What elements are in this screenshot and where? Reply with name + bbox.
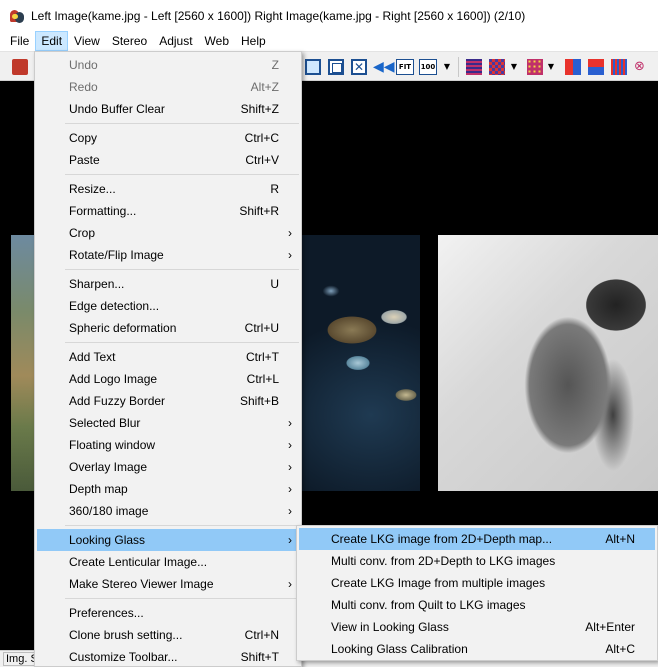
- fit-frame-icon[interactable]: [328, 59, 344, 75]
- menu-item-multi-conv-2d-depth-to-lkg[interactable]: Multi conv. from 2D+Depth to LKG images: [299, 550, 655, 572]
- above-below-icon[interactable]: [588, 59, 604, 75]
- menu-help[interactable]: Help: [235, 31, 272, 51]
- checker-icon[interactable]: [489, 59, 505, 75]
- menu-item-multi-conv-quilt-to-lkg[interactable]: Multi conv. from Quilt to LKG images: [299, 594, 655, 616]
- menu-item-paste[interactable]: Paste Ctrl+V: [37, 149, 299, 171]
- menu-edit[interactable]: Edit: [35, 31, 69, 51]
- menu-item-create-lkg-from-multiple[interactable]: Create LKG Image from multiple images: [299, 572, 655, 594]
- menu-item-make-stereo-viewer-image[interactable]: Make Stereo Viewer Image ›: [37, 573, 299, 595]
- menu-web[interactable]: Web: [199, 31, 235, 51]
- menu-item-floating-window[interactable]: Floating window ›: [37, 434, 299, 456]
- menu-item-create-lkg-from-2d-depth[interactable]: Create LKG image from 2D+Depth map... Alt…: [299, 528, 655, 550]
- full-size-icon[interactable]: [351, 59, 367, 75]
- menu-item-clone-brush-setting[interactable]: Clone brush setting... Ctrl+N: [37, 624, 299, 646]
- menu-adjust[interactable]: Adjust: [153, 31, 198, 51]
- submenu-arrow-icon: ›: [288, 577, 292, 591]
- menu-separator: [65, 174, 299, 175]
- checker-dropdown-icon[interactable]: ▼: [509, 59, 519, 75]
- menu-view[interactable]: View: [68, 31, 106, 51]
- submenu-arrow-icon: ›: [288, 460, 292, 474]
- submenu-arrow-icon: ›: [288, 248, 292, 262]
- menu-item-looking-glass-calibration[interactable]: Looking Glass Calibration Alt+C: [299, 638, 655, 660]
- menu-item-redo[interactable]: Redo Alt+Z: [37, 76, 299, 98]
- menu-item-formatting[interactable]: Formatting... Shift+R: [37, 200, 299, 222]
- menu-item-rotate-flip[interactable]: Rotate/Flip Image ›: [37, 244, 299, 266]
- menu-item-resize[interactable]: Resize... R: [37, 178, 299, 200]
- menu-item-add-logo-image[interactable]: Add Logo Image Ctrl+L: [37, 368, 299, 390]
- title-bar: Left Image(kame.jpg - Left [2560 x 1600]…: [0, 0, 658, 31]
- submenu-arrow-icon: ›: [288, 533, 292, 547]
- menu-item-create-lenticular-image[interactable]: Create Lenticular Image...: [37, 551, 299, 573]
- menu-item-sharpen[interactable]: Sharpen... U: [37, 273, 299, 295]
- menu-item-preferences[interactable]: Preferences...: [37, 602, 299, 624]
- app-icon: [9, 8, 25, 24]
- edit-menu: Undo Z Redo Alt+Z Undo Buffer Clear Shift+Z…: [34, 51, 302, 667]
- menu-item-view-in-looking-glass[interactable]: View in Looking Glass Alt+Enter: [299, 616, 655, 638]
- menu-item-add-fuzzy-border[interactable]: Add Fuzzy Border Shift+B: [37, 390, 299, 412]
- menu-item-360-180-image[interactable]: 360/180 image ›: [37, 500, 299, 522]
- menu-item-edge-detection[interactable]: Edge detection...: [37, 295, 299, 317]
- swap-arrows-icon[interactable]: ◀◀: [373, 59, 395, 75]
- zoom-dropdown-icon[interactable]: ▼: [442, 59, 452, 75]
- menu-stereo[interactable]: Stereo: [106, 31, 153, 51]
- menu-separator: [65, 269, 299, 270]
- menu-item-looking-glass[interactable]: Looking Glass ›: [37, 529, 299, 551]
- menu-item-undo[interactable]: Undo Z: [37, 54, 299, 76]
- toolbar-separator: [458, 57, 459, 77]
- menu-item-copy[interactable]: Copy Ctrl+C: [37, 127, 299, 149]
- line-by-line-icon[interactable]: [466, 59, 482, 75]
- fit-window-icon[interactable]: [305, 59, 321, 75]
- fit-icon[interactable]: FIT: [396, 59, 414, 75]
- dots-dropdown-icon[interactable]: ▼: [546, 59, 556, 75]
- submenu-arrow-icon: ›: [288, 226, 292, 240]
- menu-separator: [65, 123, 299, 124]
- anaglyph-glasses-icon[interactable]: ⊗: [634, 59, 650, 75]
- dots-icon[interactable]: [527, 59, 543, 75]
- menu-item-undo-buffer-clear[interactable]: Undo Buffer Clear Shift+Z: [37, 98, 299, 120]
- submenu-arrow-icon: ›: [288, 416, 292, 430]
- depth-map-image: [438, 235, 658, 491]
- submenu-arrow-icon: ›: [288, 482, 292, 496]
- column-interleave-icon[interactable]: [611, 59, 627, 75]
- open-icon[interactable]: [12, 59, 28, 75]
- menu-item-depth-map[interactable]: Depth map ›: [37, 478, 299, 500]
- menu-separator: [65, 525, 299, 526]
- submenu-arrow-icon: ›: [288, 504, 292, 518]
- menu-item-overlay-image[interactable]: Overlay Image ›: [37, 456, 299, 478]
- looking-glass-submenu: Create LKG image from 2D+Depth map... Alt…: [296, 525, 658, 661]
- menu-item-spheric-deformation[interactable]: Spheric deformation Ctrl+U: [37, 317, 299, 339]
- menu-file[interactable]: File: [4, 31, 35, 51]
- menu-item-selected-blur[interactable]: Selected Blur ›: [37, 412, 299, 434]
- menu-separator: [65, 342, 299, 343]
- submenu-arrow-icon: ›: [288, 438, 292, 452]
- side-by-side-icon[interactable]: [565, 59, 581, 75]
- menu-bar: File Edit View Stereo Adjust Web Help: [0, 31, 658, 51]
- zoom-100-icon[interactable]: 100: [419, 59, 437, 75]
- window-title: Left Image(kame.jpg - Left [2560 x 1600]…: [31, 8, 526, 23]
- menu-item-customize-toolbar[interactable]: Customize Toolbar... Shift+T: [37, 646, 299, 667]
- menu-item-add-text[interactable]: Add Text Ctrl+T: [37, 346, 299, 368]
- menu-item-crop[interactable]: Crop ›: [37, 222, 299, 244]
- menu-separator: [65, 598, 299, 599]
